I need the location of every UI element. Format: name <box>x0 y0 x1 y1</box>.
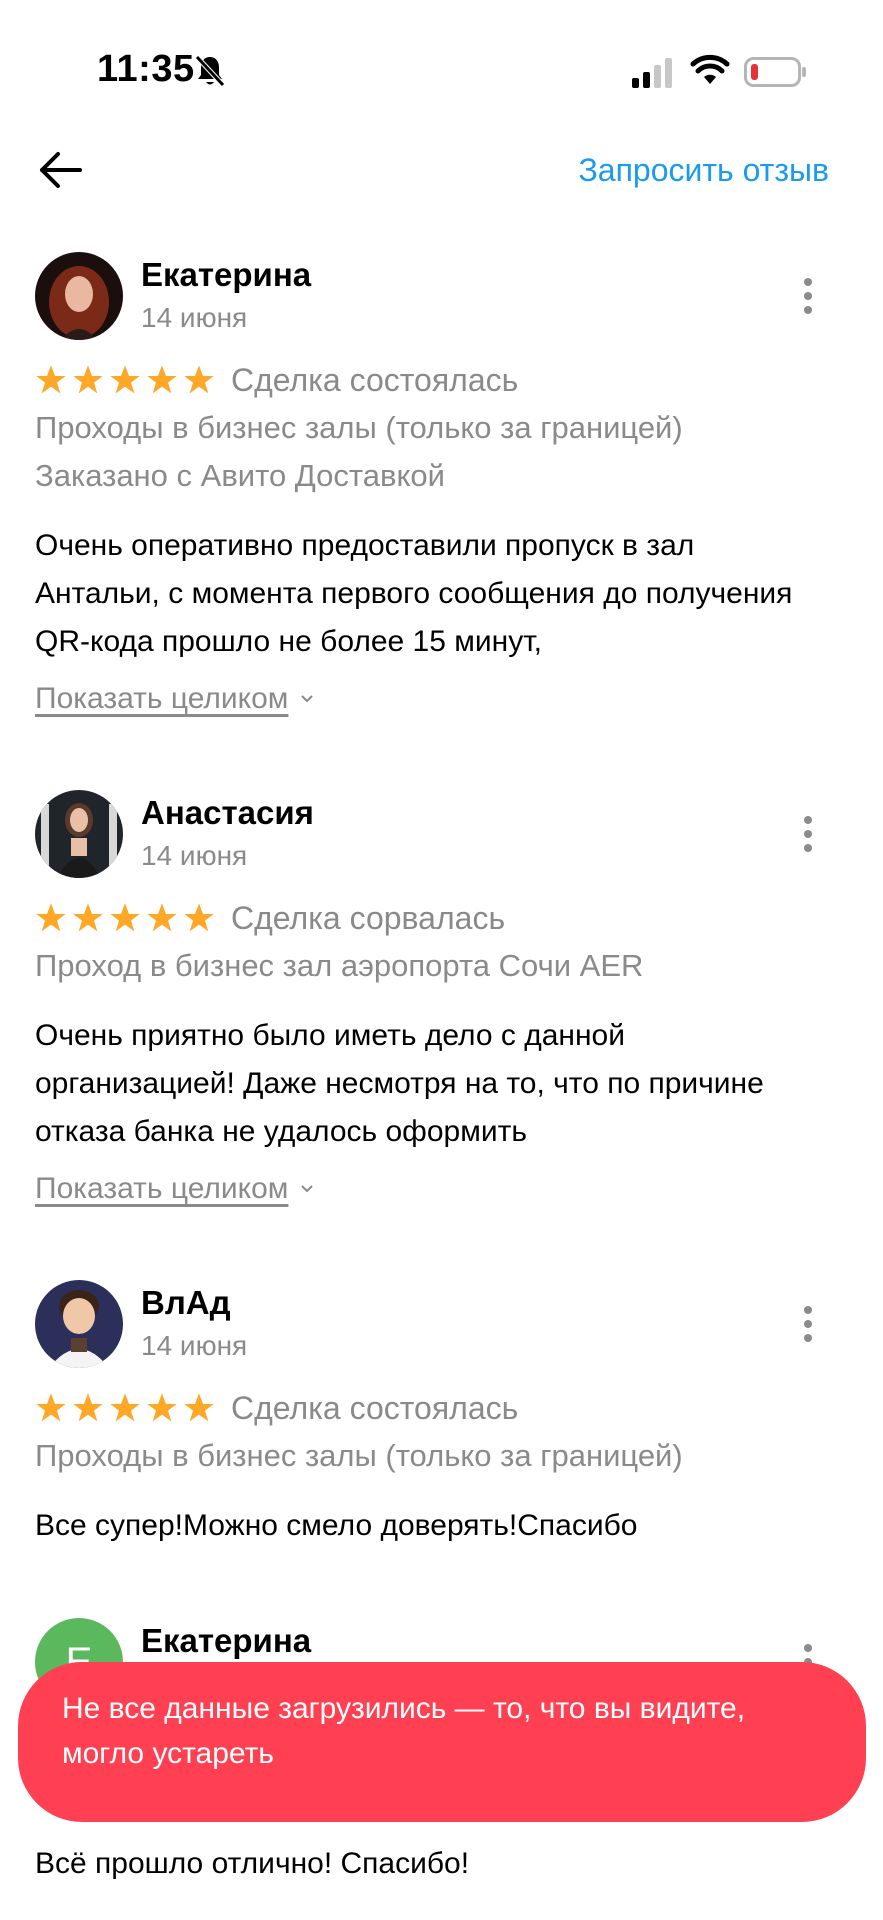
more-options-icon[interactable] <box>796 814 820 854</box>
deal-status: Сделка состоялась <box>231 1389 519 1426</box>
star-icon <box>147 365 177 394</box>
review-item-title: Проход в бизнес зал аэропорта Сочи AER <box>35 948 644 983</box>
review-card: Екатерина 14 июня Сделка состоялась Прох… <box>0 252 883 722</box>
review-item-title: Проходы в бизнес залы (только за границе… <box>35 1438 683 1473</box>
star-icon <box>73 903 103 932</box>
star-icon <box>147 903 177 932</box>
star-icon <box>36 365 66 394</box>
show-more-link[interactable]: Показать целиком <box>35 1172 314 1206</box>
star-icon <box>110 365 140 394</box>
chevron-down-icon <box>301 695 314 703</box>
avatar-photo <box>35 1280 123 1368</box>
chevron-down-icon <box>301 1185 314 1193</box>
star-icon <box>184 365 214 394</box>
more-options-icon[interactable] <box>796 1304 820 1344</box>
review-date: 14 июня <box>141 840 248 871</box>
status-time: 11:35 <box>97 48 195 90</box>
star-icon <box>184 1393 214 1422</box>
review-author: Екатерина <box>141 256 312 293</box>
wifi-icon <box>690 54 730 84</box>
review-card: ВлАд 14 июня Сделка состоялась Проходы в… <box>0 1280 883 1542</box>
rating-row: Сделка состоялась <box>35 360 518 400</box>
star-icon <box>147 1393 177 1422</box>
star-icon <box>110 903 140 932</box>
star-icon <box>110 1393 140 1422</box>
review-date: 14 июня <box>141 302 248 333</box>
signal-icon <box>632 58 672 88</box>
star-icon <box>73 1393 103 1422</box>
star-icon <box>73 365 103 394</box>
show-more-label: Показать целиком <box>35 1172 289 1205</box>
status-bar: 11:35 <box>0 0 883 110</box>
rating-row: Сделка сорвалась <box>35 898 505 938</box>
star-icon <box>36 903 66 932</box>
review-author: Анастасия <box>141 794 314 831</box>
review-author: ВлАд <box>141 1284 231 1321</box>
review-item-title: Проходы в бизнес залы (только за границе… <box>35 410 683 445</box>
star-icon <box>184 903 214 932</box>
review-text: Всё прошло отлично! Спасибо! <box>35 1847 470 1880</box>
bell-off-icon <box>195 55 225 87</box>
deal-status: Сделка сорвалась <box>231 899 506 936</box>
delivery-note: Заказано с Авито Доставкой <box>35 458 445 493</box>
review-author: Екатерина <box>141 1622 312 1659</box>
back-arrow-icon[interactable] <box>36 148 84 192</box>
review-text: Очень оперативно предоставили пропуск в … <box>35 529 793 658</box>
review-card: Анастасия 14 июня Сделка сорвалась Прохо… <box>0 790 883 1220</box>
avatar[interactable] <box>35 790 123 878</box>
review-text: Очень приятно было иметь дело с данной о… <box>35 1019 764 1148</box>
avatar-photo <box>35 790 123 878</box>
review-date: 14 июня <box>141 1330 248 1361</box>
review-text: Все супер!Можно смело доверять!Спасибо <box>35 1509 638 1542</box>
deal-status: Сделка состоялась <box>231 361 519 398</box>
request-review-link[interactable]: Запросить отзыв <box>578 152 829 189</box>
show-more-link[interactable]: Показать целиком <box>35 682 314 716</box>
more-options-icon[interactable] <box>796 276 820 316</box>
star-rating <box>35 1392 215 1424</box>
star-icon <box>36 1393 66 1422</box>
show-more-label: Показать целиком <box>35 682 289 715</box>
rating-row: Сделка состоялась <box>35 1388 518 1428</box>
avatar[interactable] <box>35 1280 123 1368</box>
avatar[interactable] <box>35 252 123 340</box>
star-rating <box>35 902 215 934</box>
toast-message: Не все данные загрузились — то, что вы в… <box>62 1692 746 1770</box>
battery-low-icon <box>744 57 806 87</box>
avatar-photo <box>35 252 123 340</box>
error-toast[interactable]: Не все данные загрузились — то, что вы в… <box>18 1662 866 1822</box>
star-rating <box>35 364 215 396</box>
top-bar: Запросить отзыв <box>0 130 883 210</box>
